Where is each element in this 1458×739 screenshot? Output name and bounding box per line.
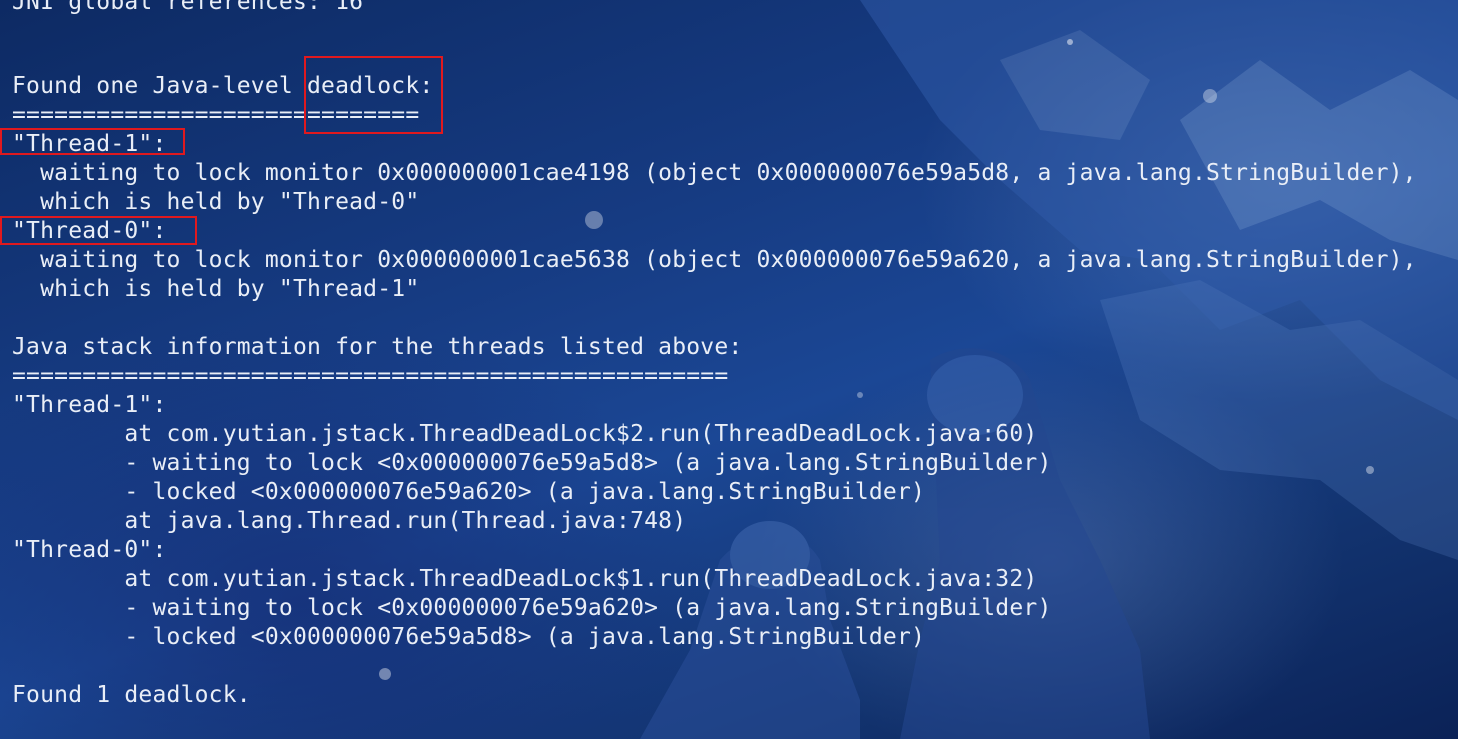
deadlock-highlight-box	[304, 56, 443, 134]
terminal-line: JNI global references: 16	[12, 0, 364, 15]
terminal-line: - waiting to lock <0x000000076e59a5d8> (…	[12, 450, 1052, 476]
terminal-line: waiting to lock monitor 0x000000001cae56…	[12, 247, 1417, 273]
terminal-line: - waiting to lock <0x000000076e59a620> (…	[12, 595, 1052, 621]
thread-0-highlight-box	[0, 216, 197, 245]
terminal-line: Found 1 deadlock.	[12, 682, 251, 708]
terminal-line: - locked <0x000000076e59a5d8> (a java.la…	[12, 624, 926, 650]
terminal-line: ========================================…	[12, 363, 729, 389]
terminal-line: at com.yutian.jstack.ThreadDeadLock$2.ru…	[12, 421, 1038, 447]
terminal-line: which is held by "Thread-1"	[12, 276, 420, 302]
terminal-line: "Thread-0":	[12, 537, 167, 563]
terminal-line: waiting to lock monitor 0x000000001cae41…	[12, 160, 1417, 186]
terminal-output: JNI global references: 16 Found one Java…	[0, 0, 1458, 739]
terminal-line: Java stack information for the threads l…	[12, 334, 743, 360]
terminal-line: which is held by "Thread-0"	[12, 189, 420, 215]
terminal-line: at java.lang.Thread.run(Thread.java:748)	[12, 508, 687, 534]
thread-1-highlight-box	[0, 128, 185, 155]
terminal-line: at com.yutian.jstack.ThreadDeadLock$1.ru…	[12, 566, 1038, 592]
terminal-line: - locked <0x000000076e59a620> (a java.la…	[12, 479, 926, 505]
terminal-line: "Thread-1":	[12, 392, 167, 418]
